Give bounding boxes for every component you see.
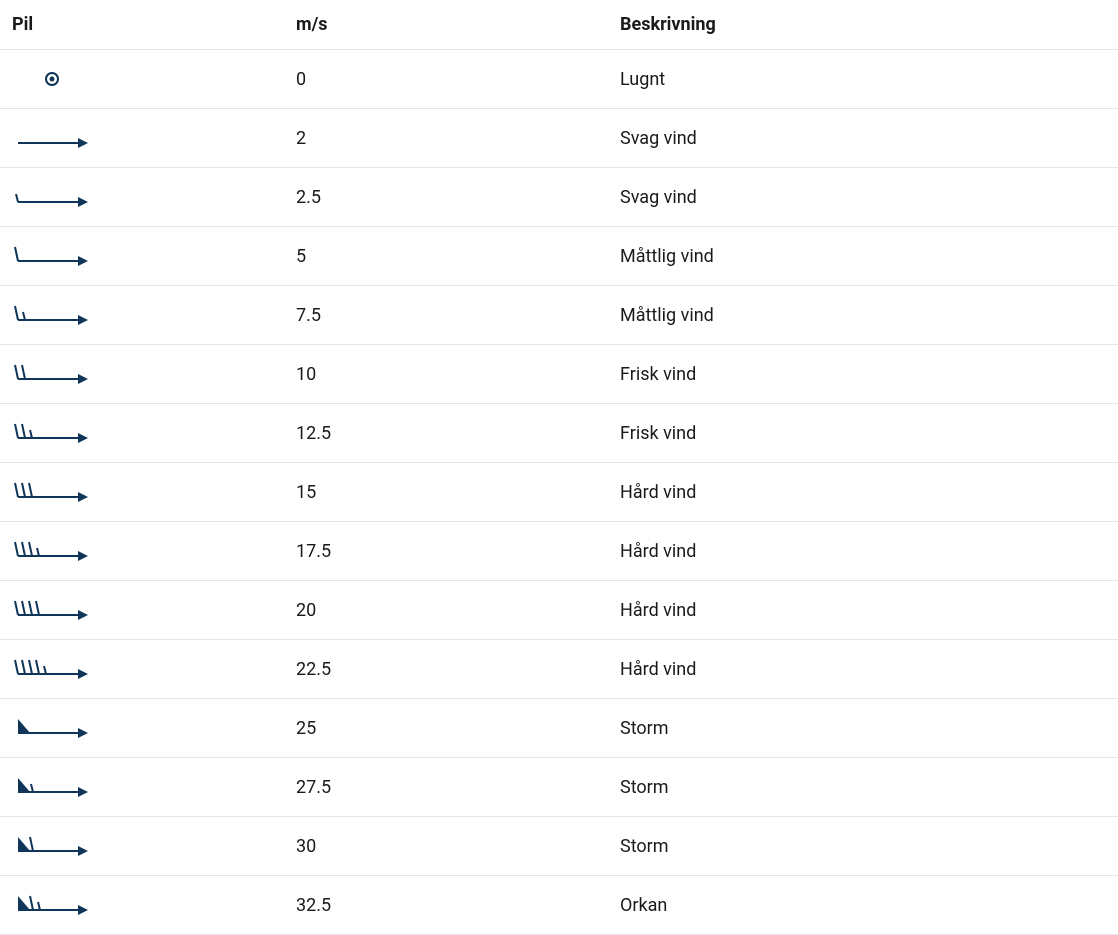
table-header-row: Pil m/s Beskrivning (0, 0, 1118, 50)
wind-speed-value: 22.5 (284, 640, 608, 699)
wind-speed-value: 2.5 (284, 168, 608, 227)
table-row: 27.5Storm (0, 758, 1118, 817)
wind-description: Storm (608, 817, 1118, 876)
wind-barb-icon (12, 713, 92, 743)
wind-arrow-cell (0, 817, 284, 876)
wind-barb-icon (12, 477, 92, 507)
wind-arrow-cell (0, 345, 284, 404)
table-row: 15Hård vind (0, 463, 1118, 522)
wind-barb-icon (12, 595, 92, 625)
table-row: 32.5Orkan (0, 876, 1118, 935)
table-row: 20Hård vind (0, 581, 1118, 640)
wind-speed-value: 25 (284, 699, 608, 758)
table-row: 17.5Hård vind (0, 522, 1118, 581)
wind-speed-value: 32.5 (284, 876, 608, 935)
wind-barb-icon (12, 890, 92, 920)
table-row: 2.5Svag vind (0, 168, 1118, 227)
table-row: 22.5Hård vind (0, 640, 1118, 699)
calm-icon (12, 64, 92, 94)
table-row: 30Storm (0, 817, 1118, 876)
wind-barb-icon (12, 300, 92, 330)
wind-speed-value: 15 (284, 463, 608, 522)
wind-description: Storm (608, 758, 1118, 817)
wind-arrow-cell (0, 463, 284, 522)
table-row: 5Måttlig vind (0, 227, 1118, 286)
table-row: 25Storm (0, 699, 1118, 758)
wind-barb-icon (12, 123, 92, 153)
wind-description: Måttlig vind (608, 286, 1118, 345)
wind-speed-value: 20 (284, 581, 608, 640)
wind-arrow-cell (0, 109, 284, 168)
wind-barb-icon (12, 241, 92, 271)
wind-description: Storm (608, 699, 1118, 758)
wind-description: Lugnt (608, 50, 1118, 109)
header-desc: Beskrivning (608, 0, 1118, 50)
table-row: 12.5Frisk vind (0, 404, 1118, 463)
wind-speed-value: 0 (284, 50, 608, 109)
wind-arrow-cell (0, 168, 284, 227)
wind-description: Hård vind (608, 640, 1118, 699)
header-pil: Pil (0, 0, 284, 50)
wind-description: Frisk vind (608, 404, 1118, 463)
wind-legend-table: Pil m/s Beskrivning 0Lugnt2Svag vind2.5S… (0, 0, 1118, 935)
wind-speed-value: 7.5 (284, 286, 608, 345)
wind-barb-icon (12, 536, 92, 566)
wind-speed-value: 30 (284, 817, 608, 876)
table-row: 10Frisk vind (0, 345, 1118, 404)
wind-arrow-cell (0, 758, 284, 817)
wind-description: Svag vind (608, 168, 1118, 227)
wind-arrow-cell (0, 404, 284, 463)
wind-description: Hård vind (608, 522, 1118, 581)
wind-speed-value: 2 (284, 109, 608, 168)
wind-speed-value: 10 (284, 345, 608, 404)
wind-barb-icon (12, 359, 92, 389)
wind-description: Frisk vind (608, 345, 1118, 404)
wind-arrow-cell (0, 522, 284, 581)
table-row: 0Lugnt (0, 50, 1118, 109)
table-row: 7.5Måttlig vind (0, 286, 1118, 345)
wind-arrow-cell (0, 699, 284, 758)
wind-description: Hård vind (608, 463, 1118, 522)
wind-description: Hård vind (608, 581, 1118, 640)
wind-barb-icon (12, 831, 92, 861)
wind-arrow-cell (0, 227, 284, 286)
wind-description: Måttlig vind (608, 227, 1118, 286)
wind-speed-value: 27.5 (284, 758, 608, 817)
wind-speed-value: 17.5 (284, 522, 608, 581)
wind-speed-value: 5 (284, 227, 608, 286)
wind-arrow-cell (0, 581, 284, 640)
wind-arrow-cell (0, 640, 284, 699)
wind-barb-icon (12, 654, 92, 684)
wind-barb-icon (12, 182, 92, 212)
header-ms: m/s (284, 0, 608, 50)
wind-arrow-cell (0, 876, 284, 935)
wind-description: Orkan (608, 876, 1118, 935)
wind-barb-icon (12, 772, 92, 802)
wind-arrow-cell (0, 286, 284, 345)
table-row: 2Svag vind (0, 109, 1118, 168)
wind-barb-icon (12, 418, 92, 448)
wind-arrow-cell (0, 50, 284, 109)
wind-description: Svag vind (608, 109, 1118, 168)
wind-speed-value: 12.5 (284, 404, 608, 463)
